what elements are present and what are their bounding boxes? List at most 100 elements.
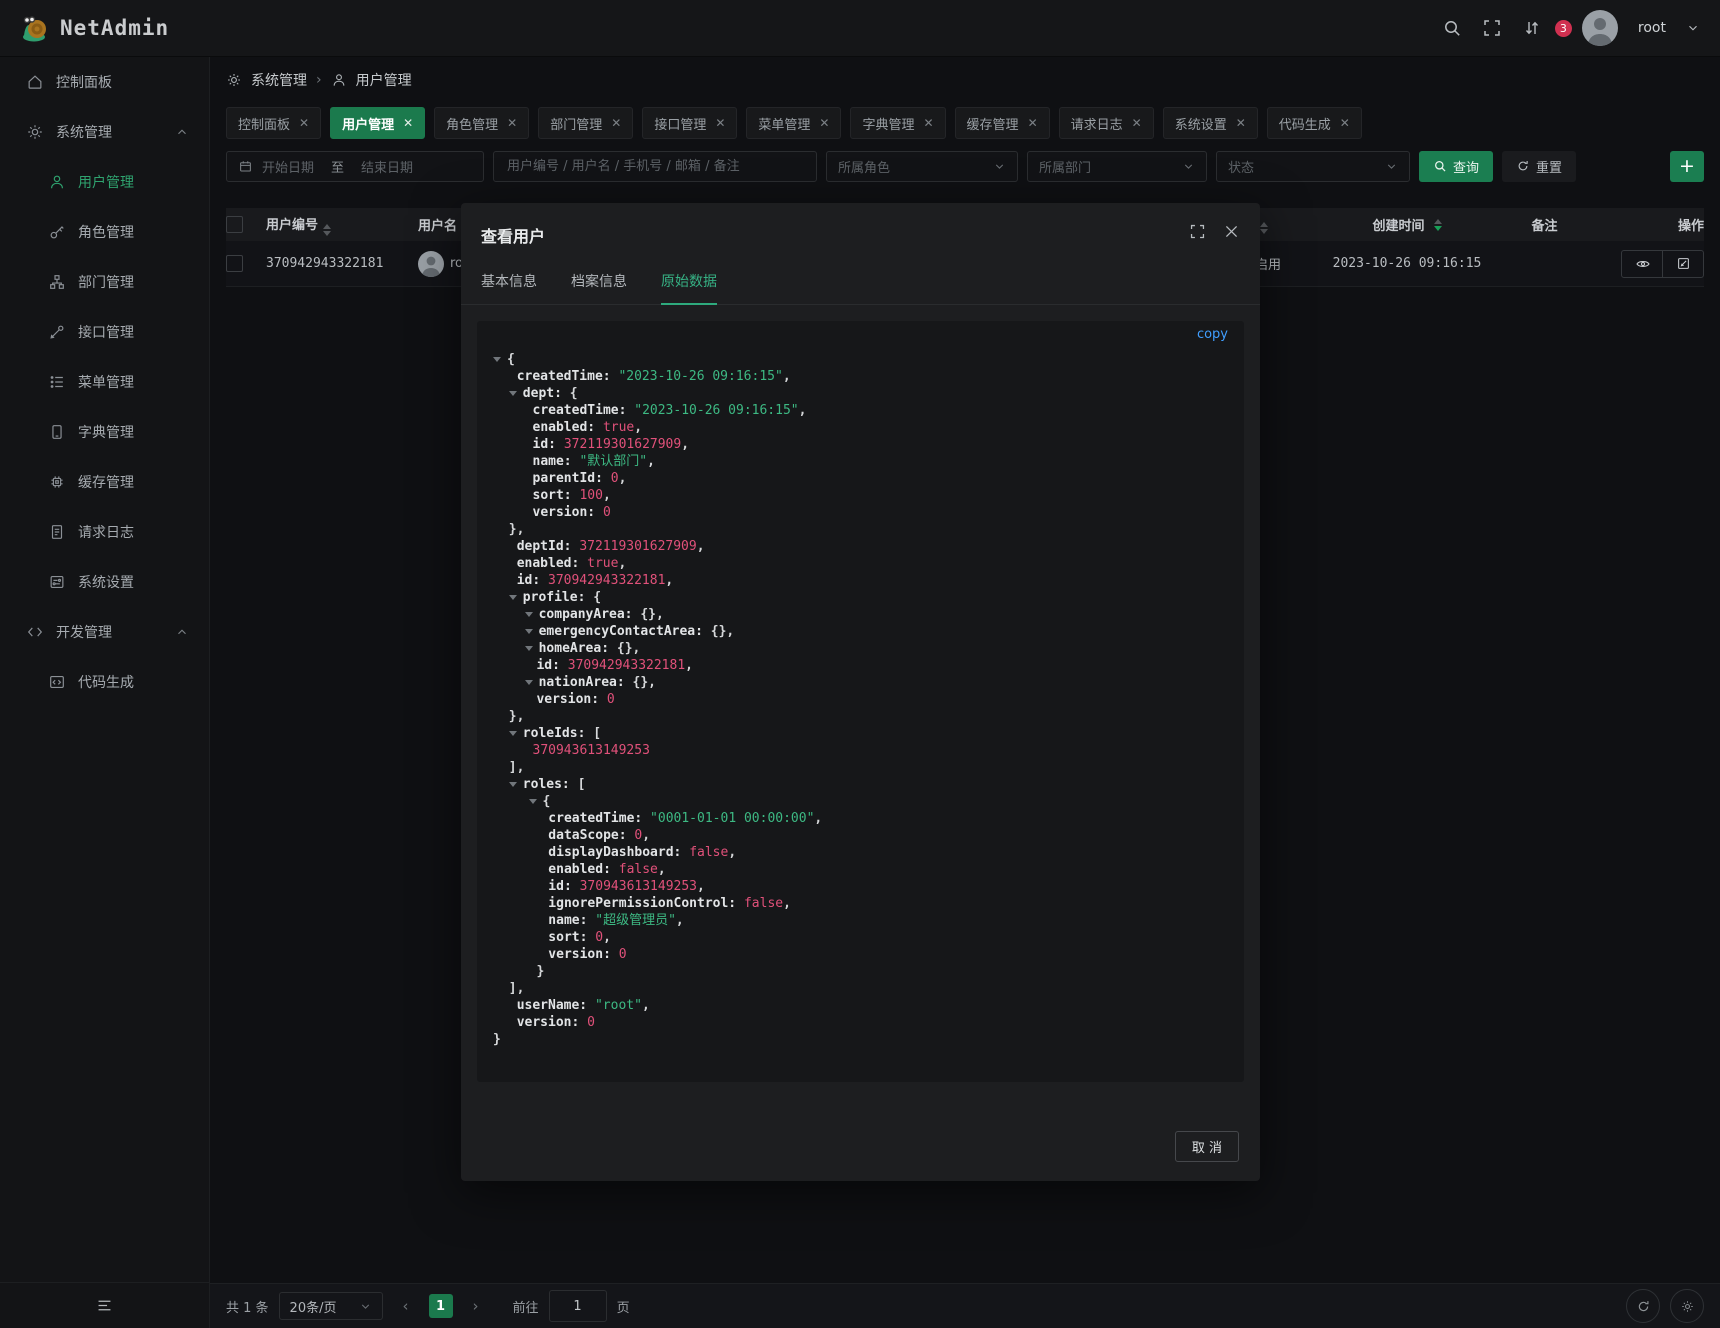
sort-icon[interactable] (1434, 219, 1442, 231)
collapse-arrow-icon[interactable] (509, 595, 517, 600)
collapse-arrow-icon[interactable] (525, 629, 533, 634)
sidebar-item-menus[interactable]: 菜单管理 (0, 357, 209, 407)
prev-page-button[interactable]: ‹ (393, 1297, 419, 1315)
tab-菜单管理[interactable]: 菜单管理✕ (746, 107, 841, 139)
sidebar-item-depts[interactable]: 部门管理 (0, 257, 209, 307)
tab-接口管理[interactable]: 接口管理✕ (642, 107, 737, 139)
notification-badge: 3 (1555, 20, 1572, 37)
sidebar-item-cache[interactable]: 缓存管理 (0, 457, 209, 507)
sort-icon[interactable] (323, 224, 331, 236)
view-row-button[interactable] (1622, 251, 1662, 277)
role-select[interactable]: 所属角色 (826, 151, 1018, 182)
modal-tab-档案信息[interactable]: 档案信息 (571, 271, 627, 304)
close-tab-icon[interactable]: ✕ (1028, 117, 1038, 129)
query-button[interactable]: 查询 (1419, 151, 1493, 182)
collapse-arrow-icon[interactable] (509, 731, 517, 736)
close-tab-icon[interactable]: ✕ (299, 117, 309, 129)
json-line: id: 370942943322181, (493, 572, 1228, 589)
sidebar-item-system[interactable]: 系统管理 (0, 107, 209, 157)
modal-tabs: 基本信息 档案信息 原始数据 (461, 247, 1260, 305)
status-select[interactable]: 状态 (1216, 151, 1410, 182)
cancel-button[interactable]: 取 消 (1175, 1131, 1239, 1162)
breadcrumb-item[interactable]: 系统管理 (251, 70, 307, 90)
collapse-arrow-icon[interactable] (525, 680, 533, 685)
sidebar-item-dicts[interactable]: 字典管理 (0, 407, 209, 457)
tab-控制面板[interactable]: 控制面板✕ (226, 107, 321, 139)
json-line: ], (493, 980, 1228, 997)
modal-tab-基本信息[interactable]: 基本信息 (481, 271, 537, 304)
collapse-arrow-icon[interactable] (529, 799, 537, 804)
column-header-created[interactable]: 创建时间 (1317, 215, 1497, 234)
json-line: sort: 100, (493, 487, 1228, 504)
sidebar-item-dev[interactable]: 开发管理 (0, 607, 209, 657)
breadcrumb-item[interactable]: 用户管理 (356, 70, 412, 90)
modal-tab-原始数据[interactable]: 原始数据 (661, 271, 717, 305)
sidebar-item-users[interactable]: 用户管理 (0, 157, 209, 207)
goto-page-input[interactable] (549, 1290, 607, 1322)
close-tab-icon[interactable]: ✕ (507, 117, 517, 129)
close-tab-icon[interactable]: ✕ (611, 117, 621, 129)
swap-arrows-icon[interactable] (1522, 18, 1542, 38)
chevron-down-icon[interactable] (1686, 21, 1700, 35)
fullscreen-icon[interactable] (1482, 18, 1502, 38)
date-range-picker[interactable]: 开始日期 至 结束日期 (226, 151, 484, 182)
edit-row-button[interactable] (1662, 251, 1703, 277)
sort-icon[interactable] (1260, 222, 1268, 234)
reset-button[interactable]: 重置 (1502, 151, 1576, 182)
tab-代码生成[interactable]: 代码生成✕ (1267, 107, 1362, 139)
sidebar-item-codegen[interactable]: 代码生成 (0, 657, 209, 707)
json-line: name: "默认部门", (493, 453, 1228, 470)
next-page-button[interactable]: › (463, 1297, 489, 1315)
column-header-id[interactable]: 用户编号 (266, 214, 418, 236)
sidebar-item-roles[interactable]: 角色管理 (0, 207, 209, 257)
sidebar-item-settings[interactable]: 系统设置 (0, 557, 209, 607)
card-icon (48, 573, 66, 591)
sidebar-item-apis[interactable]: 接口管理 (0, 307, 209, 357)
copy-json-link[interactable]: copy (1197, 327, 1228, 342)
collapse-arrow-icon[interactable] (509, 782, 517, 787)
app-logo: NetAdmin (20, 13, 169, 43)
tab-系统设置[interactable]: 系统设置✕ (1163, 107, 1258, 139)
close-tab-icon[interactable]: ✕ (1340, 117, 1350, 129)
sidebar-item-dashboard[interactable]: 控制面板 (0, 57, 209, 107)
tab-label: 请求日志 (1071, 114, 1123, 133)
collapse-arrow-icon[interactable] (525, 646, 533, 651)
json-line: version: 0 (493, 946, 1228, 963)
select-all-checkbox[interactable] (226, 216, 243, 233)
close-tab-icon[interactable]: ✕ (715, 117, 725, 129)
collapse-sidebar-icon[interactable] (96, 1297, 113, 1314)
user-menu[interactable]: root (1638, 20, 1666, 36)
modal-close-icon[interactable] (1223, 223, 1240, 240)
tab-部门管理[interactable]: 部门管理✕ (538, 107, 633, 139)
close-tab-icon[interactable]: ✕ (819, 117, 829, 129)
modal-fullscreen-icon[interactable] (1189, 223, 1206, 240)
json-line: dept: { (493, 385, 1228, 402)
close-tab-icon[interactable]: ✕ (403, 117, 413, 129)
search-icon[interactable] (1442, 18, 1462, 38)
json-line: homeArea: {}, (493, 640, 1228, 657)
collapse-arrow-icon[interactable] (509, 391, 517, 396)
add-user-button[interactable]: + (1670, 151, 1704, 182)
tab-角色管理[interactable]: 角色管理✕ (434, 107, 529, 139)
close-tab-icon[interactable]: ✕ (1132, 117, 1142, 129)
row-checkbox[interactable] (226, 255, 243, 272)
close-tab-icon[interactable]: ✕ (1236, 117, 1246, 129)
page-size-select[interactable]: 20条/页 (279, 1292, 383, 1320)
collapse-arrow-icon[interactable] (493, 357, 501, 362)
close-tab-icon[interactable]: ✕ (923, 117, 933, 129)
keyword-search-input[interactable] (505, 158, 805, 175)
tab-用户管理[interactable]: 用户管理✕ (330, 107, 425, 139)
sidebar-item-logs[interactable]: 请求日志 (0, 507, 209, 557)
settings-button[interactable] (1670, 1289, 1704, 1323)
tab-缓存管理[interactable]: 缓存管理✕ (955, 107, 1050, 139)
dept-select[interactable]: 所属部门 (1027, 151, 1207, 182)
tab-label: 字典管理 (862, 114, 914, 133)
tab-字典管理[interactable]: 字典管理 ✕ (850, 107, 945, 139)
page-number-button[interactable]: 1 (429, 1294, 453, 1318)
search-icon (1433, 159, 1447, 173)
avatar[interactable] (1582, 10, 1618, 46)
tab-请求日志[interactable]: 请求日志 ✕ (1059, 107, 1154, 139)
refresh-button[interactable] (1626, 1289, 1660, 1323)
collapse-arrow-icon[interactable] (525, 612, 533, 617)
goto-label: 前往 (513, 1297, 539, 1316)
